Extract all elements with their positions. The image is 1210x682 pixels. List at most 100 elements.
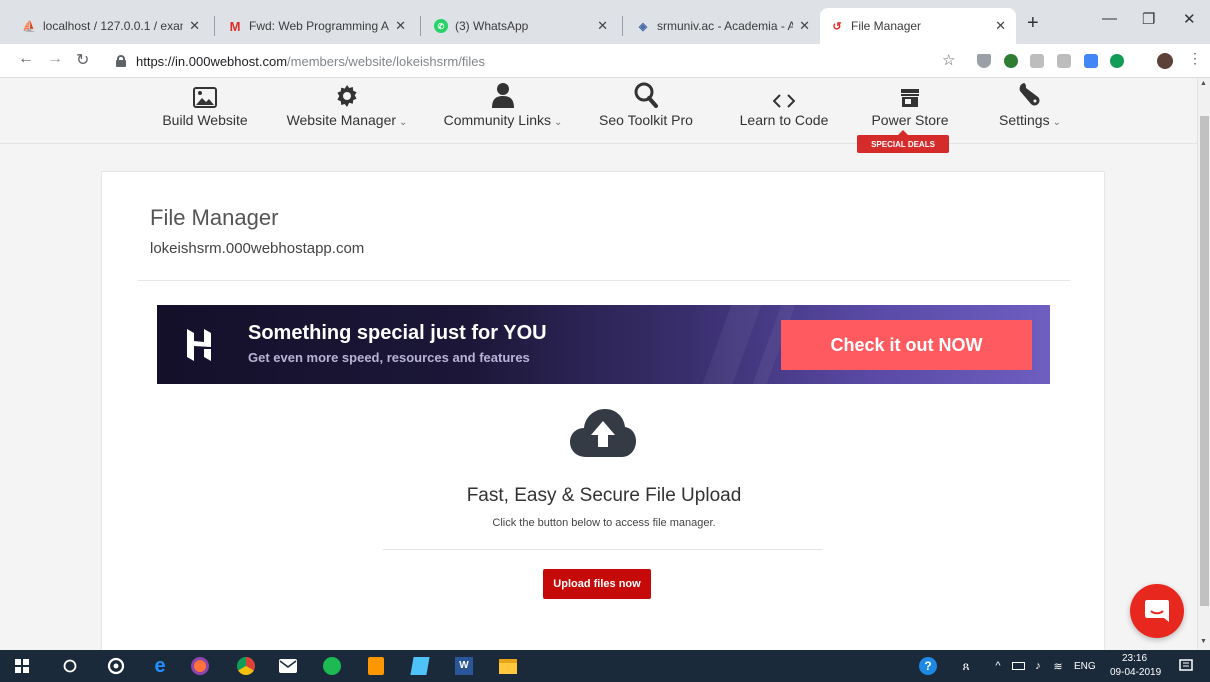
notifications-icon[interactable] [1176,656,1196,676]
nav-label: Community Links [443,112,551,128]
academia-icon: ◈ [638,20,648,33]
upload-title: Fast, Easy & Secure File Upload [466,485,742,506]
file-manager-card: File Manager lokeishsrm.000webhostapp.co… [101,171,1105,650]
windows-taskbar: e W ? ጸ ^ ♪ ≋ ENG 23:16 09-04-2019 [0,650,1210,682]
spotify-icon[interactable] [322,656,342,676]
close-icon[interactable]: ✕ [189,18,200,34]
forward-icon[interactable]: → [47,50,63,68]
reload-icon[interactable]: ↻ [76,50,89,70]
banner-decoration [702,305,762,384]
windows-start-icon[interactable] [12,656,32,676]
hostinger-logo-icon [185,327,213,368]
restore-icon[interactable]: ❐ [1142,10,1155,28]
cloud-upload-icon [568,407,638,464]
firefox-icon[interactable] [190,656,210,676]
image-icon [150,78,260,108]
lock-icon [116,55,126,67]
promo-banner[interactable]: Something special just for YOU Get even … [157,305,1050,384]
banner-title: Something special just for YOU [248,322,547,344]
user-icon [438,78,568,108]
tab-separator [420,16,421,36]
nav-website-manager[interactable]: Website Manager ⌄ [282,78,412,144]
phpmyadmin-icon: ⛵ [22,20,36,33]
tab-title: Fwd: Web Programming Assign [249,19,389,33]
extension-icon[interactable] [1030,54,1044,68]
site-domain: lokeishsrm.000webhostapp.com [150,240,365,257]
nav-community-links[interactable]: Community Links ⌄ [438,78,568,144]
chrome-icon[interactable] [236,656,256,676]
scroll-thumb[interactable] [1200,116,1209,606]
tab-gmail[interactable]: M Fwd: Web Programming Assign ✕ [218,8,416,44]
address-bar[interactable]: https://in.000webhost.com/members/websit… [108,48,968,74]
menu-icon[interactable]: ⋮ [1188,50,1202,67]
whatsapp-icon: ✆ [434,19,448,33]
clock-date[interactable]: 09-04-2019 [1110,667,1161,678]
translate-extension-icon[interactable] [1084,54,1098,68]
cortana-icon[interactable] [106,656,126,676]
extension-icon[interactable] [1057,54,1071,68]
nav-settings[interactable]: Settings ⌄ [985,78,1075,144]
sublime-icon[interactable] [366,656,386,676]
shield-extension-icon[interactable] [977,54,991,68]
top-navigation: Build Website Website Manager ⌄ Community… [0,78,1197,144]
nav-learn-to-code[interactable]: Learn to Code [730,78,838,144]
tab-file-manager[interactable]: ↺ File Manager ✕ [820,8,1016,44]
nav-label: Build Website [162,112,248,128]
volume-icon[interactable]: ♪ [1028,656,1048,676]
url-path: /members/website/lokeishsrm/files [287,53,485,69]
chevron-up-icon[interactable]: ^ [988,656,1008,676]
tab-title: (3) WhatsApp [455,19,529,33]
search-icon[interactable] [60,656,80,676]
wifi-icon[interactable]: ≋ [1048,656,1068,676]
tab-title: localhost / 127.0.0.1 / exam / s [43,19,183,33]
chevron-down-icon: ⌄ [553,117,563,128]
upload-files-button[interactable]: Upload files now [543,569,651,599]
nav-build-website[interactable]: Build Website [150,78,260,144]
people-icon[interactable]: ጸ [956,656,976,676]
close-icon[interactable]: ✕ [799,18,810,34]
page-viewport: Build Website Website Manager ⌄ Community… [0,78,1197,650]
divider [138,280,1070,281]
check-it-out-button[interactable]: Check it out NOW [781,320,1032,370]
browser-tab-strip: ⛵ localhost / 127.0.0.1 / exam / s ✕ M F… [0,0,1210,44]
bookmark-star-icon[interactable]: ☆ [942,51,955,69]
edge-icon[interactable]: e [150,655,170,677]
search-icon [590,78,702,108]
nav-label: Settings [999,112,1050,128]
minimize-icon[interactable]: — [1102,10,1117,27]
upload-subtitle: Click the button below to access file ma… [492,517,716,529]
extension-icon[interactable] [1110,54,1124,68]
tab-whatsapp[interactable]: ✆ (3) WhatsApp ✕ [424,8,618,44]
extension-icon[interactable] [1004,54,1018,68]
close-window-icon[interactable]: ✕ [1183,10,1196,28]
nav-seo-toolkit[interactable]: Seo Toolkit Pro [590,78,702,144]
gear-icon [282,78,412,108]
scroll-up-icon[interactable]: ▲ [1200,80,1207,87]
chat-icon [1145,600,1169,622]
new-tab-button[interactable]: + [1027,12,1039,35]
profile-avatar[interactable] [1157,53,1173,69]
tab-academia[interactable]: ◈ srmuniv.ac - Academia - Acade ✕ [626,8,820,44]
battery-icon[interactable] [1008,656,1028,676]
tab-phpmyadmin[interactable]: ⛵ localhost / 127.0.0.1 / exam / s ✕ [12,8,210,44]
close-icon[interactable]: ✕ [597,18,608,34]
close-icon[interactable]: ✕ [995,18,1006,34]
back-icon[interactable]: ← [18,50,34,68]
app-icon[interactable] [410,656,430,676]
close-icon[interactable]: ✕ [395,18,406,34]
help-icon[interactable]: ? [918,656,938,676]
scroll-down-icon[interactable]: ▼ [1200,638,1207,645]
special-deals-badge[interactable]: SPECIAL DEALS [857,130,949,153]
chat-widget-button[interactable] [1130,584,1184,638]
page-scrollbar[interactable]: ▲ ▼ [1197,78,1210,650]
tab-separator [622,16,623,36]
clock-time[interactable]: 23:16 [1122,653,1147,664]
nav-label: Learn to Code [739,112,829,128]
nav-label: Seo Toolkit Pro [599,112,693,128]
mail-icon[interactable] [278,656,298,676]
file-explorer-icon[interactable] [498,656,518,676]
browser-toolbar: ← → ↻ https://in.000webhost.com/members/… [0,44,1210,78]
word-icon[interactable]: W [454,656,474,676]
nav-label: Website Manager [286,112,397,128]
language-indicator[interactable]: ENG [1074,661,1096,672]
